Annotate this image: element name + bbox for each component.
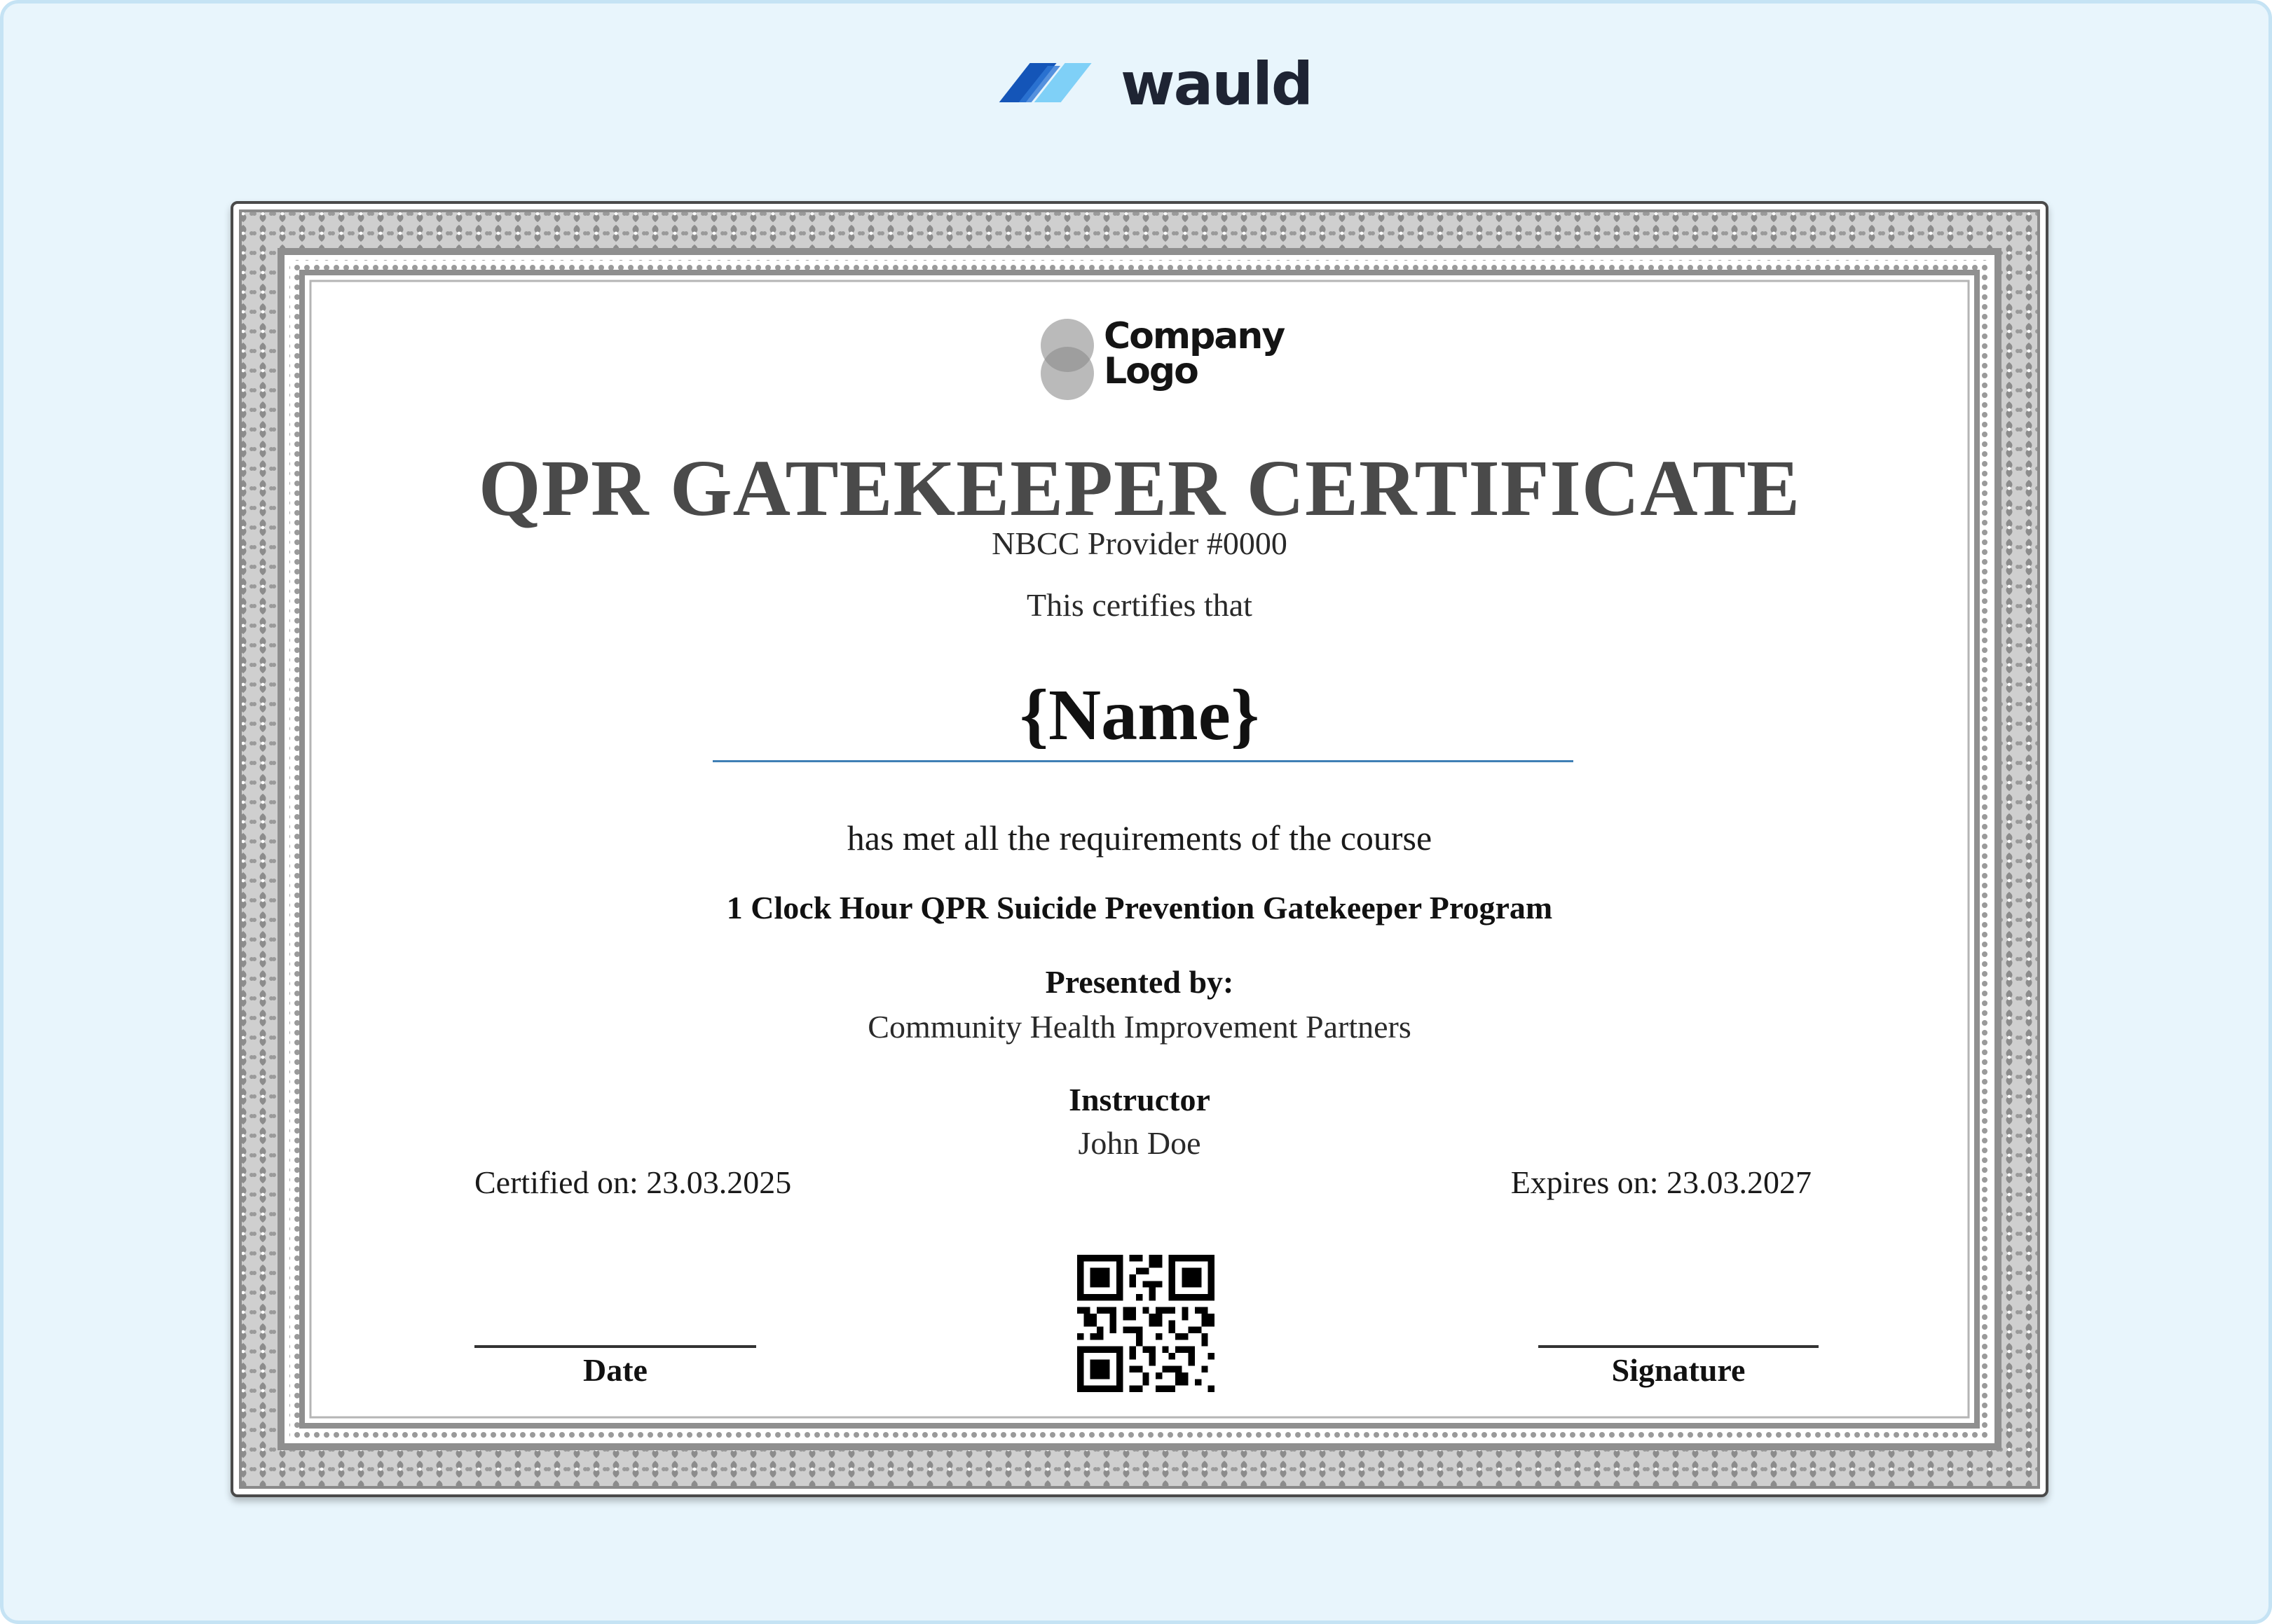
wauld-logo-icon (999, 63, 1092, 102)
name-underline (713, 760, 1573, 762)
brand-header: wauld (990, 50, 1313, 118)
date-label: Date (583, 1352, 648, 1388)
company-logo-icon (1041, 319, 1097, 400)
page-background: wauld Company Logo QPR GATEKEEPER CERTIF… (0, 0, 2272, 1624)
company-logo: Company Logo (1041, 316, 1285, 407)
requirement-text: has met all the requirements of the cour… (847, 818, 1432, 858)
recipient-name: {Name} (1020, 675, 1259, 755)
instructor-label: Instructor (1069, 1082, 1210, 1117)
qr-code-icon (1077, 1255, 1214, 1392)
presented-by-label: Presented by: (1045, 964, 1234, 1000)
provider-number: NBCC Provider #0000 (992, 525, 1287, 561)
certificate-title: QPR GATEKEEPER CERTIFICATE (478, 443, 1801, 532)
course-name: 1 Clock Hour QPR Suicide Prevention Gate… (726, 890, 1553, 925)
signature-line (1538, 1345, 1819, 1348)
signature-label: Signature (1611, 1352, 1746, 1388)
brand-name: wauld (1121, 50, 1313, 118)
company-logo-text: Company Logo (1104, 315, 1285, 392)
certifies-text: This certifies that (1027, 587, 1252, 623)
certified-on-date: Certified on: 23.03.2025 (474, 1164, 792, 1200)
certificate: Company Logo QPR GATEKEEPER CERTIFICATE … (231, 201, 2048, 1497)
presenter-name: Community Health Improvement Partners (868, 1009, 1411, 1045)
certificate-content: Company Logo QPR GATEKEEPER CERTIFICATE … (233, 204, 2046, 1494)
date-line (474, 1345, 756, 1348)
expires-on-date: Expires on: 23.03.2027 (1510, 1164, 1812, 1200)
instructor-name: John Doe (1078, 1125, 1201, 1161)
